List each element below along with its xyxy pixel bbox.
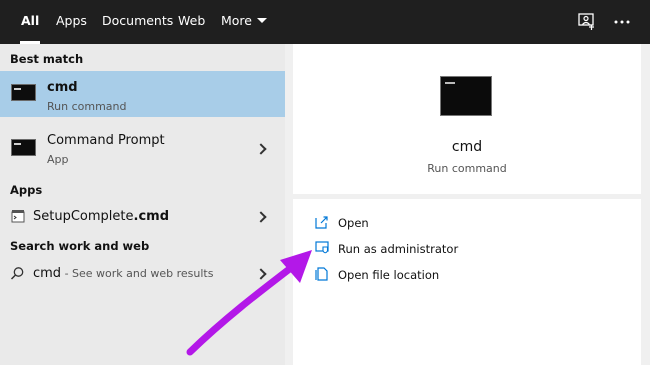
web-query: cmd	[33, 266, 62, 281]
tab-documents[interactable]: Documents	[102, 0, 173, 44]
run-as-admin-label: Run as administrator	[338, 242, 459, 256]
setupcomplete-ext: .cmd	[133, 209, 170, 224]
result-cmd[interactable]: cmd Run command	[0, 71, 285, 117]
command-prompt-app-icon	[11, 139, 36, 156]
open-action[interactable]: Open	[293, 211, 641, 237]
result-cmd-subtitle: Run command	[47, 100, 127, 113]
result-command-prompt-title: Command Prompt	[47, 133, 165, 148]
cmd-preview-icon	[440, 76, 492, 116]
chevron-right-icon[interactable]	[255, 268, 267, 280]
tab-web[interactable]: Web	[178, 0, 205, 44]
result-setupcomplete-title: SetupComplete.cmd	[33, 209, 169, 224]
result-command-prompt[interactable]: Command Prompt App	[0, 125, 285, 171]
tab-all[interactable]: All	[19, 0, 41, 44]
result-cmd-title: cmd	[47, 80, 78, 95]
result-setupcomplete[interactable]: SetupComplete.cmd	[0, 204, 285, 230]
preview-pane: cmd Run command Open Run as administrato…	[285, 44, 650, 365]
open-icon	[315, 216, 328, 229]
preview-subtitle: Run command	[427, 162, 507, 175]
more-options-icon[interactable]	[612, 12, 632, 32]
chevron-right-icon[interactable]	[255, 143, 267, 155]
tab-more-label: More	[221, 13, 252, 28]
actions-list: Open Run as administrator Open file loca…	[293, 199, 641, 365]
web-query-suffix: - See work and web results	[61, 267, 214, 280]
search-icon	[10, 267, 24, 280]
script-file-icon	[11, 210, 25, 223]
shield-icon	[315, 241, 329, 254]
file-location-icon	[315, 267, 328, 281]
run-as-admin-action[interactable]: Run as administrator	[293, 237, 641, 263]
tab-apps[interactable]: Apps	[56, 0, 87, 44]
open-action-label: Open	[338, 216, 369, 230]
feedback-icon[interactable]	[577, 12, 597, 32]
preview-card: cmd Run command	[293, 44, 641, 194]
search-web-header: Search work and web	[10, 239, 150, 253]
cmd-app-icon	[11, 84, 36, 101]
setupcomplete-name: SetupComplete	[33, 209, 134, 224]
result-web-search-title: cmd - See work and web results	[33, 266, 213, 281]
open-file-location-label: Open file location	[338, 268, 440, 282]
open-file-location-action[interactable]: Open file location	[293, 263, 641, 289]
results-pane: Best match cmd Run command Command Promp…	[0, 44, 285, 365]
result-command-prompt-subtitle: App	[47, 153, 69, 166]
tab-more[interactable]: More	[221, 0, 267, 44]
preview-title: cmd	[451, 139, 483, 155]
result-web-search[interactable]: cmd - See work and web results	[0, 261, 285, 287]
chevron-right-icon[interactable]	[255, 211, 267, 223]
apps-header: Apps	[10, 183, 43, 197]
best-match-header: Best match	[10, 52, 84, 66]
search-scope-bar: All Apps Documents Web More	[0, 0, 650, 44]
chevron-down-icon	[257, 18, 267, 23]
